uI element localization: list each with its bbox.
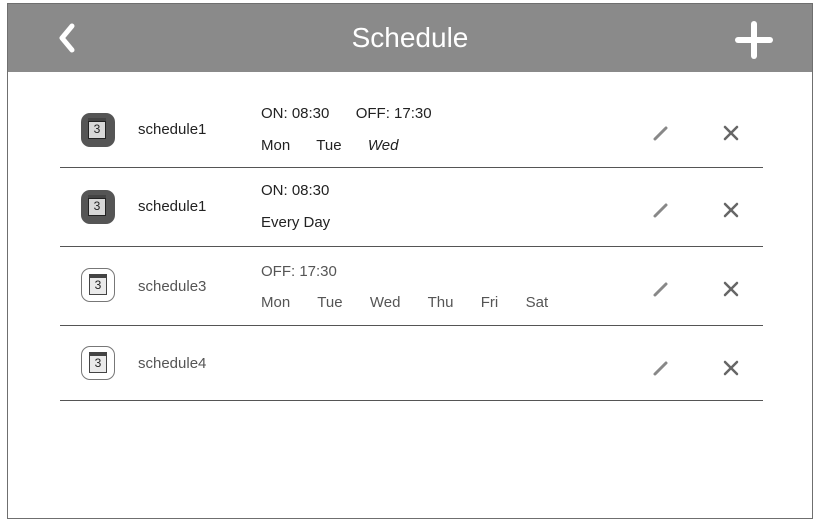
- schedule-times: ON: 08:30: [261, 182, 329, 199]
- day-label: Every Day: [261, 214, 331, 231]
- calendar-icon[interactable]: 3: [81, 346, 115, 380]
- on-time: ON: 08:30: [261, 182, 330, 199]
- header-bar: Schedule: [8, 4, 812, 72]
- schedule-times: ON: 08:30 OFF: 17:30: [261, 105, 432, 122]
- day-label: Wed: [367, 137, 399, 154]
- schedule-row[interactable]: 3 schedule3 OFF: 17:30 Mon Tue Wed Thu F…: [60, 248, 763, 326]
- pencil-icon[interactable]: [652, 280, 670, 298]
- pencil-icon[interactable]: [652, 359, 670, 377]
- pencil-icon[interactable]: [652, 201, 670, 219]
- calendar-icon[interactable]: 3: [81, 113, 115, 147]
- off-time: OFF: 17:30: [261, 263, 337, 280]
- day-label: Sat: [525, 294, 549, 311]
- day-label: Mon: [261, 294, 291, 311]
- day-label: Wed: [369, 294, 401, 311]
- plus-icon[interactable]: [734, 20, 774, 60]
- schedule-row[interactable]: 3 schedule4: [60, 327, 763, 401]
- day-label: Mon: [261, 137, 291, 154]
- schedule-days: Mon Tue Wed: [261, 137, 398, 154]
- schedule-name: schedule1: [138, 198, 207, 215]
- schedule-name: schedule4: [138, 355, 207, 372]
- schedule-name: schedule3: [138, 278, 207, 295]
- calendar-icon[interactable]: 3: [81, 268, 115, 302]
- close-icon[interactable]: [722, 359, 740, 377]
- schedule-row[interactable]: 3 schedule1 ON: 08:30 OFF: 17:30 Mon Tue…: [60, 97, 763, 168]
- schedule-days: Every Day: [261, 214, 330, 231]
- schedule-screen: Schedule 3 schedule1 ON: 08:30 OFF: 17:3…: [7, 3, 813, 519]
- day-label: Fri: [480, 294, 499, 311]
- calendar-icon[interactable]: 3: [81, 190, 115, 224]
- schedule-name: schedule1: [138, 121, 207, 138]
- day-label: Tue: [317, 294, 343, 311]
- schedule-row[interactable]: 3 schedule1 ON: 08:30 Every Day: [60, 168, 763, 247]
- day-label: Thu: [427, 294, 454, 311]
- on-time: ON: 08:30: [261, 105, 330, 122]
- close-icon[interactable]: [722, 280, 740, 298]
- schedule-days: Mon Tue Wed Thu Fri Sat: [261, 294, 548, 311]
- off-time: OFF: 17:30: [355, 105, 432, 122]
- close-icon[interactable]: [722, 124, 740, 142]
- close-icon[interactable]: [722, 201, 740, 219]
- day-label: Tue: [316, 137, 342, 154]
- schedule-times: OFF: 17:30: [261, 263, 337, 280]
- page-title: Schedule: [351, 22, 469, 53]
- pencil-icon[interactable]: [652, 124, 670, 142]
